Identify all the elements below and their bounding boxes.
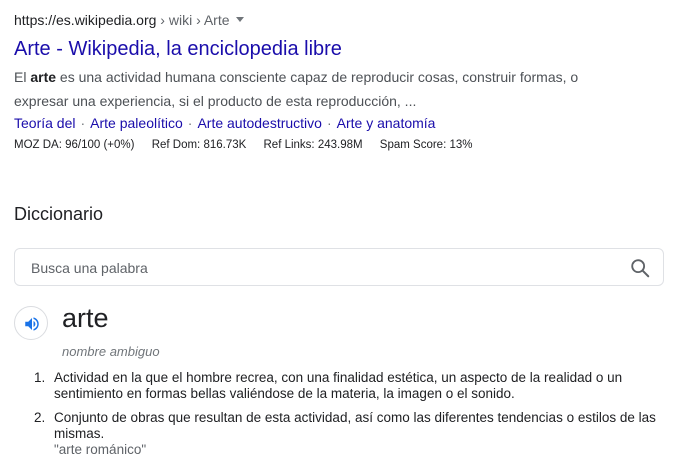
definition-item: 2. Conjunto de obras que resultan de est… (14, 410, 664, 458)
sitelink-arte-autodestructivo[interactable]: Arte autodestructivo (197, 115, 322, 131)
search-icon[interactable] (629, 257, 651, 279)
sitelink-arte-paleolitico[interactable]: Arte paleolítico (90, 115, 183, 131)
sitelinks: Teoría del · Arte paleolítico · Arte autodes… (14, 113, 674, 133)
dictionary-word: arte (62, 303, 109, 333)
definition-number: 2. (34, 410, 46, 425)
definition-item: 1. Actividad en la que el hombre recrea,… (14, 370, 664, 402)
definition-number: 1. (34, 370, 46, 385)
moz-metrics-bar: MOZ DA: 96/100 (+0%) Ref Dom: 816.73K Re… (14, 136, 674, 154)
sitelink-arte-y-anatomia[interactable]: Arte y anatomía (337, 115, 436, 131)
snippet-rest: es una actividad humana consciente capaz… (14, 69, 579, 109)
speaker-icon (25, 317, 39, 331)
moz-spam-score: Spam Score: 13% (379, 139, 473, 151)
search-result: https://es.wikipedia.org › wiki › Arte A… (14, 10, 674, 154)
definition-text: Conjunto de obras que resultan de esta a… (54, 410, 656, 441)
moz-da: MOZ DA: 96/100 (+0%) (14, 139, 135, 151)
sitelink-separator: · (80, 115, 86, 131)
result-title-link[interactable]: Arte - Wikipedia, la enciclopedia libre (14, 36, 674, 62)
result-snippet: El arte es una actividad humana conscien… (14, 65, 614, 113)
dictionary-search-box[interactable] (14, 248, 664, 286)
definition-text: Actividad en la que el hombre recrea, co… (54, 370, 623, 401)
sitelink-teoria[interactable]: Teoría del (14, 115, 75, 131)
sitelink-separator: · (326, 115, 332, 131)
dictionary-header: Diccionario (14, 204, 104, 224)
part-of-speech: nombre ambiguo (62, 344, 160, 359)
pronunciation-button[interactable] (14, 306, 48, 340)
dictionary-search-input[interactable] (29, 257, 613, 279)
snippet-bold-term: arte (30, 69, 57, 85)
result-breadcrumb: › wiki › Arte (156, 12, 230, 28)
result-url-line[interactable]: https://es.wikipedia.org › wiki › Arte (14, 10, 674, 30)
moz-ref-dom: Ref Dom: 816.73K (151, 139, 247, 151)
sitelink-separator: · (187, 115, 193, 131)
caret-down-icon[interactable] (235, 16, 244, 22)
snippet-prefix: El (14, 69, 31, 85)
moz-ref-links: Ref Links: 243.98M (263, 139, 363, 151)
result-url[interactable]: https://es.wikipedia.org (14, 12, 156, 28)
definitions-list: 1. Actividad en la que el hombre recrea,… (14, 370, 664, 466)
definition-example: "arte románico" (54, 442, 147, 457)
